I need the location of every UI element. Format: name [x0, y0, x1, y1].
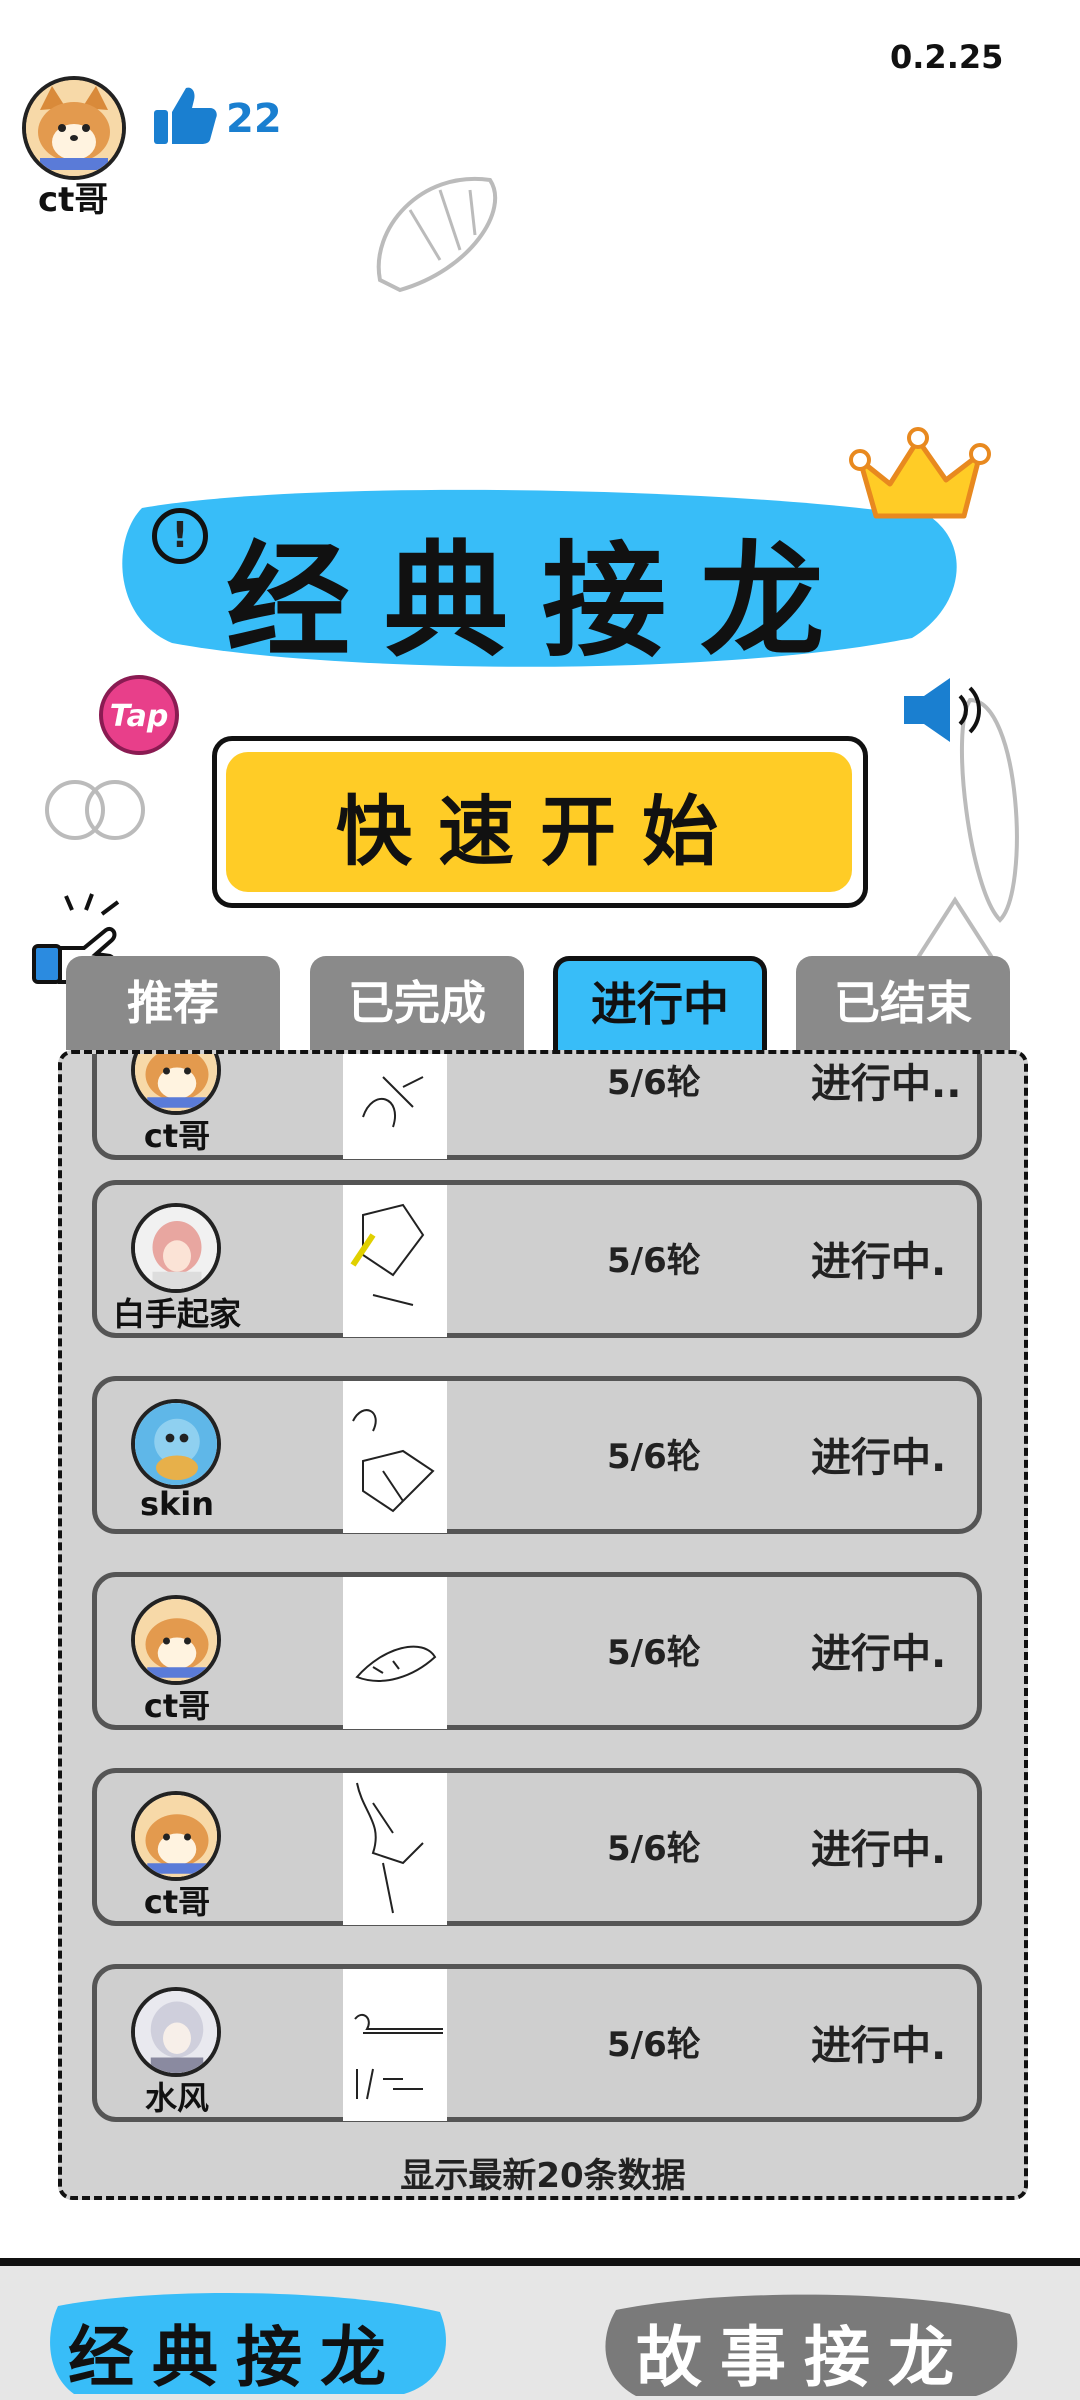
player-name: ct哥 [143, 1117, 211, 1155]
svg-text:Tap: Tap [110, 699, 169, 734]
drawing-thumbnail [343, 1054, 447, 1159]
quick-start-label: 快速开始 [336, 787, 744, 876]
croissant-doodle [360, 150, 520, 310]
drawing-thumbnail [343, 1381, 447, 1533]
round-count: 5/6轮 [607, 1241, 701, 1281]
list-item[interactable]: 白手起家 5/6轮 进行中. [92, 1180, 982, 1338]
game-status: 进行中. [811, 1435, 947, 1481]
shiba-avatar-icon [26, 80, 122, 176]
drawing-thumbnail [343, 1969, 447, 2121]
nav-classic-label: 经典接龙 [68, 2318, 404, 2396]
version-label: 0.2.25 [890, 38, 1004, 76]
drawing-thumbnail [343, 1773, 447, 1925]
white-hair-avatar-icon [131, 1987, 221, 2077]
pretzel-doodle [40, 760, 150, 860]
user-avatar[interactable] [22, 76, 126, 180]
list-item[interactable]: ct哥 5/6轮 进行中. [92, 1572, 982, 1730]
round-count: 5/6轮 [607, 1829, 701, 1869]
girl-avatar-icon [131, 1203, 221, 1293]
user-name: ct哥 [38, 180, 109, 220]
player-name: ct哥 [143, 1687, 211, 1725]
game-status: 进行中.. [811, 1061, 962, 1107]
round-count: 5/6轮 [607, 2025, 701, 2065]
game-status: 进行中. [811, 1631, 947, 1677]
game-status: 进行中. [811, 1827, 947, 1873]
player-name: skin [139, 1485, 215, 1523]
drawing-thumbnail [343, 1577, 447, 1729]
list-item[interactable]: 水风 5/6轮 进行中. [92, 1964, 982, 2122]
game-status: 进行中. [811, 2023, 947, 2069]
shiba-avatar-icon [131, 1054, 221, 1115]
player-name: ct哥 [143, 1883, 211, 1921]
game-list-panel[interactable]: ct哥 5/6轮 进行中.. 白手起家 5/6轮 进行中. skin 5/6轮 … [58, 1050, 1028, 2200]
thumbs-up-icon[interactable] [150, 80, 220, 150]
list-item[interactable]: ct哥 5/6轮 进行中. [92, 1768, 982, 1926]
crown-icon [846, 420, 996, 530]
list-footer-note: 显示最新20条数据 [400, 2156, 686, 2196]
tab-recommend[interactable]: 推荐 [66, 956, 280, 1050]
tap-badge-icon: Tap [96, 672, 182, 758]
round-count: 5/6轮 [607, 1633, 701, 1673]
like-count: 22 [226, 96, 282, 142]
tab-in-progress[interactable]: 进行中 [553, 956, 767, 1050]
round-count: 5/6轮 [607, 1437, 701, 1477]
list-item[interactable]: ct哥 5/6轮 进行中.. [92, 1054, 982, 1160]
turtle-avatar-icon [131, 1399, 221, 1489]
list-item[interactable]: skin 5/6轮 进行中. [92, 1376, 982, 1534]
nav-story-label: 故事接龙 [636, 2318, 972, 2396]
player-name: 水风 [144, 2079, 209, 2117]
player-name: 白手起家 [112, 1295, 241, 1333]
round-count: 5/6轮 [607, 1063, 701, 1103]
shiba-avatar-icon [131, 1595, 221, 1685]
drawing-thumbnail [343, 1185, 447, 1337]
game-title: 经典接龙 [225, 529, 858, 674]
shiba-avatar-icon [131, 1791, 221, 1881]
speaker-icon[interactable] [898, 672, 994, 748]
tab-ended[interactable]: 已结束 [796, 956, 1010, 1050]
tab-completed[interactable]: 已完成 [310, 956, 524, 1050]
game-status: 进行中. [811, 1239, 947, 1285]
